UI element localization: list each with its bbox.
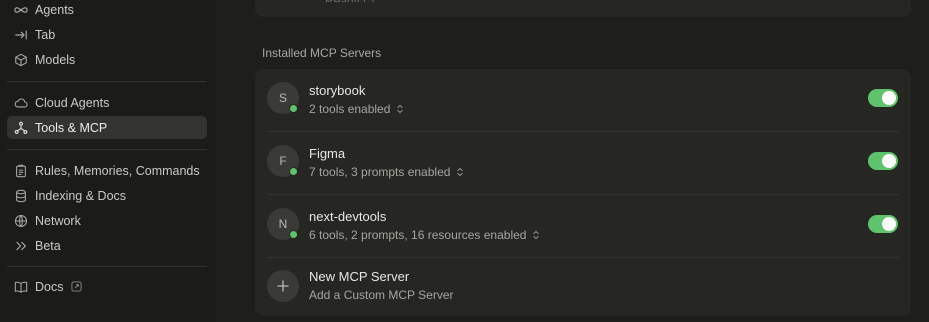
sidebar-item-label: Docs [35,279,64,294]
cloud-icon [14,96,28,110]
toggle-knob [882,217,896,231]
status-dot-active [289,104,298,113]
server-summary-text: 2 tools enabled [309,102,391,116]
double-chevron-icon [14,239,28,253]
sidebar: Agents Tab Models Cloud Agents Tools & M… [0,0,216,322]
sidebar-item-rules[interactable]: Rules, Memories, Commands [7,159,207,182]
sidebar-item-agents[interactable]: Agents [7,0,207,21]
sidebar-item-tab[interactable]: Tab [7,23,207,46]
sidebar-divider [7,266,207,267]
previous-card-text: Ready ( ) [325,0,375,8]
sidebar-item-label: Tools & MCP [35,120,108,135]
server-summary-text: 6 tools, 2 prompts, 16 resources enabled [309,228,527,242]
globe-icon [14,214,28,228]
server-initial: F [279,154,287,168]
server-enable-toggle[interactable] [868,89,898,107]
server-name: next-devtools [309,209,387,224]
tab-arrow-icon [14,28,28,42]
sidebar-item-indexing-docs[interactable]: Indexing & Docs [7,184,207,207]
server-initial: S [278,91,287,105]
cube-icon [14,53,28,67]
sidebar-divider [7,149,207,150]
server-initial: N [278,217,288,231]
book-icon [14,280,28,294]
expand-chevron-icon[interactable] [532,230,540,240]
server-enable-toggle[interactable] [868,152,898,170]
previous-settings-card: Ready ( ) [255,0,911,17]
new-mcp-server-button[interactable]: New MCP Server Add a Custom MCP Server [255,258,911,320]
expand-chevron-icon[interactable] [396,104,404,114]
section-title: Installed MCP Servers [262,46,382,60]
status-dot-active [289,230,298,239]
sidebar-item-cloud-agents[interactable]: Cloud Agents [7,91,207,114]
server-name: Figma [309,146,346,161]
sidebar-item-label: Rules, Memories, Commands [35,163,200,178]
server-summary: 6 tools, 2 prompts, 16 resources enabled [309,228,540,242]
plus-icon [267,270,299,302]
clipboard-icon [14,164,28,178]
mcp-server-row-storybook: S storybook 2 tools enabled [255,69,911,131]
new-server-subtitle: Add a Custom MCP Server [309,288,454,302]
sidebar-divider [7,81,207,82]
sidebar-item-docs[interactable]: Docs [7,275,207,298]
toggle-knob [882,91,896,105]
external-link-icon [71,281,83,292]
sidebar-item-network[interactable]: Network [7,209,207,232]
sidebar-item-beta[interactable]: Beta [7,234,207,257]
new-server-subtitle-text: Add a Custom MCP Server [309,288,454,302]
sidebar-item-label: Tab [35,27,56,42]
main-panel: Ready ( ) Installed MCP Servers S storyb… [216,0,929,322]
mcp-servers-card: S storybook 2 tools enabled F Figma 7 to… [255,69,911,316]
sidebar-item-tools-mcp[interactable]: Tools & MCP [7,116,207,139]
database-icon [14,189,28,203]
server-name: storybook [309,83,366,98]
expand-chevron-icon[interactable] [456,167,464,177]
status-dot-active [289,167,298,176]
sidebar-item-label: Models [35,52,76,67]
server-enable-toggle[interactable] [868,215,898,233]
sidebar-item-models[interactable]: Models [7,48,207,71]
new-server-title: New MCP Server [309,269,410,284]
sidebar-item-label: Cloud Agents [35,95,110,110]
sidebar-item-label: Indexing & Docs [35,188,127,203]
toggle-knob [882,154,896,168]
mcp-server-row-next-devtools: N next-devtools 6 tools, 2 prompts, 16 r… [255,195,911,257]
mcp-server-row-figma: F Figma 7 tools, 3 prompts enabled [255,132,911,194]
server-summary-text: 7 tools, 3 prompts enabled [309,165,451,179]
tools-mcp-icon [14,121,28,135]
sidebar-item-label: Beta [35,238,61,253]
sidebar-item-label: Network [35,213,81,228]
sidebar-item-label: Agents [35,2,74,17]
server-summary: 2 tools enabled [309,102,404,116]
settings-window: Agents Tab Models Cloud Agents Tools & M… [0,0,929,322]
server-summary: 7 tools, 3 prompts enabled [309,165,464,179]
infinity-icon [14,3,28,17]
